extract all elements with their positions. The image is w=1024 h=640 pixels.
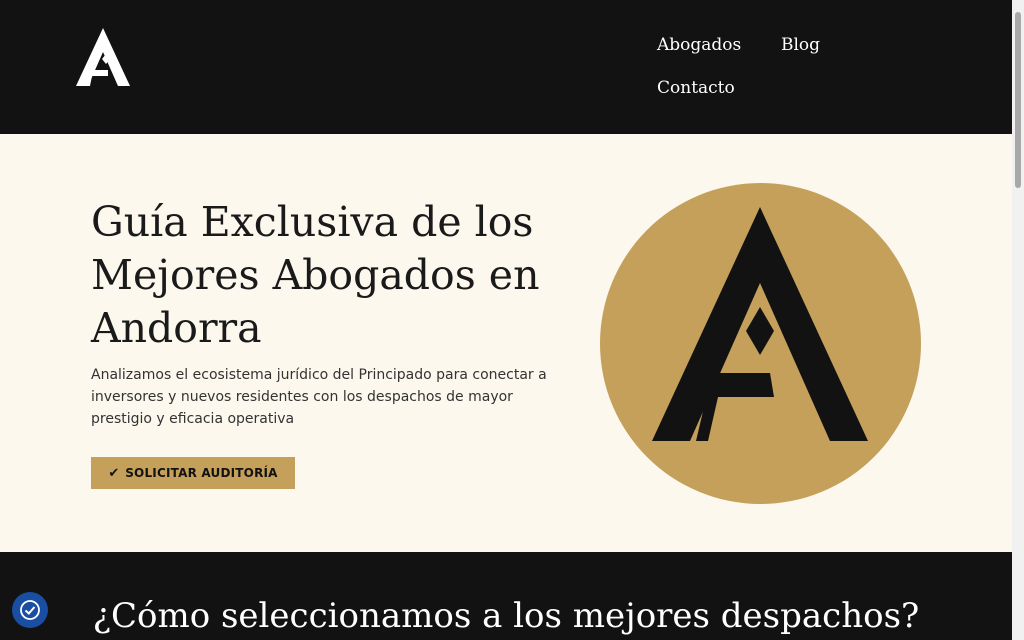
request-audit-button[interactable]: ✔ SOLICITAR AUDITORÍA	[91, 457, 295, 489]
a-monogram-logo-icon	[76, 28, 130, 86]
scrollbar-thumb[interactable]	[1015, 12, 1021, 188]
nav-link-blog[interactable]: Blog	[781, 35, 820, 55]
logo[interactable]	[76, 28, 130, 86]
selection-section: ¿Cómo seleccionamos a los mejores despac…	[0, 552, 1012, 640]
a-monogram-emblem-icon	[600, 183, 921, 504]
site-header: Abogados Blog Contacto	[0, 0, 1012, 134]
check-icon: ✔	[108, 465, 120, 481]
hero-title: Guía Exclusiva de los Mejores Abogados e…	[91, 198, 540, 352]
nav-link-contacto[interactable]: Contacto	[657, 78, 735, 98]
selection-section-title: ¿Cómo seleccionamos a los mejores despac…	[92, 596, 920, 636]
hero-subtitle: Analizamos el ecosistema jurídico del Pr…	[91, 367, 547, 427]
scrollbar[interactable]	[1012, 0, 1024, 640]
request-audit-label: SOLICITAR AUDITORÍA	[125, 466, 278, 480]
accessibility-icon	[20, 600, 40, 620]
nav-link-abogados[interactable]: Abogados	[657, 35, 741, 55]
accessibility-button[interactable]	[12, 592, 48, 628]
hero-section: Guía Exclusiva de los Mejores Abogados e…	[0, 134, 1012, 552]
